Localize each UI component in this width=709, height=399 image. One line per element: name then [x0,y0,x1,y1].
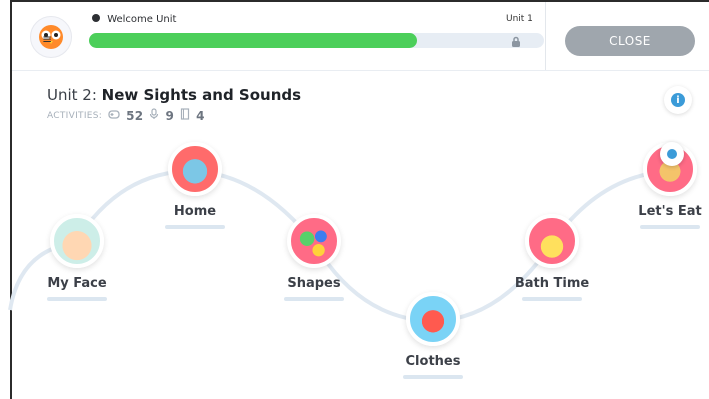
location-pin-icon [667,149,677,159]
lesson-bath-time[interactable]: Bath Time [492,214,612,301]
home-icon [168,142,222,196]
bath-time-icon [525,214,579,268]
lesson-underline [284,297,344,301]
lesson-home[interactable]: Home [135,142,255,229]
clothes-icon [406,292,460,346]
lesson-underline [522,297,582,301]
lesson-underline [640,225,700,229]
lesson-underline [403,375,463,379]
lesson-underline [47,297,107,301]
lesson-underline [165,225,225,229]
lesson-label-lets-eat: Let's Eat [638,204,702,219]
shapes-icon [287,214,341,268]
lesson-label-home: Home [173,204,217,219]
lesson-path [8,168,671,324]
lesson-label-my-face: My Face [47,276,107,291]
current-location-pin [660,142,684,166]
lesson-clothes[interactable]: Clothes [373,292,493,379]
lesson-label-clothes: Clothes [405,354,461,369]
my-face-icon [50,214,104,268]
lesson-label-shapes: Shapes [287,276,341,291]
lesson-label-bath-time: Bath Time [514,276,590,291]
lesson-my-face[interactable]: My Face [17,214,137,301]
lesson-shapes[interactable]: Shapes [254,214,374,301]
app-frame: ≡ Welcome Unit Unit 1 CLOSE Unit 2: New … [0,0,709,399]
